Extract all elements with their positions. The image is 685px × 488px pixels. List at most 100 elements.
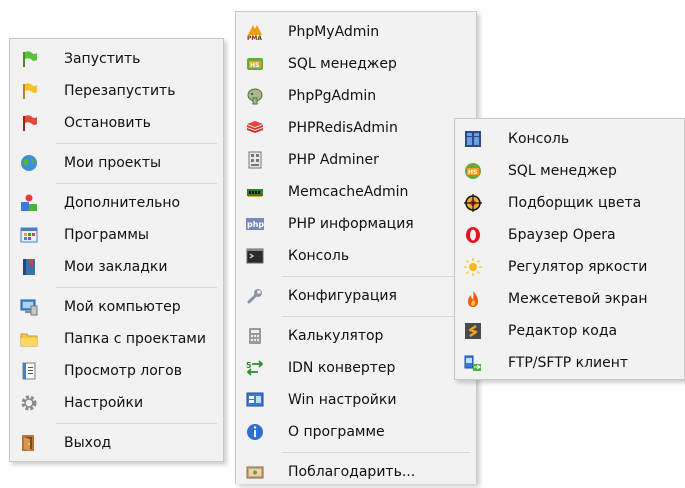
menu-item-label: SQL менеджер <box>508 163 617 179</box>
windows-settings-icon <box>246 391 264 409</box>
main-menu: Запустить Перезапустить Остановить Мои п… <box>9 38 224 462</box>
console-icon <box>246 247 264 265</box>
menu-item-ftp-client[interactable]: FTP/SFTP клиент <box>455 347 684 379</box>
menu-item-additional[interactable]: Дополнительно <box>10 187 223 219</box>
menu-item-label: Настройки <box>64 395 144 411</box>
php-icon: php <box>246 215 264 233</box>
menu-item-label: Консоль <box>288 248 350 264</box>
menu-item-color-picker[interactable]: Подборщик цвета <box>455 187 684 219</box>
sql-manager-icon: HS <box>246 55 264 73</box>
console-columns-icon <box>464 130 482 148</box>
menu-item-projects-folder[interactable]: Папка с проектами <box>10 323 223 355</box>
menu-item-calculator[interactable]: Калькулятор <box>236 320 476 352</box>
menu-item-programs[interactable]: Программы <box>10 219 223 251</box>
menu-item-brightness[interactable]: Регулятор яркости <box>455 251 684 283</box>
exit-door-icon <box>20 434 38 452</box>
menu-item-label: Редактор кода <box>508 323 618 339</box>
menu-item-opera-browser[interactable]: Браузер Opera <box>455 219 684 251</box>
svg-text:HS: HS <box>250 62 259 69</box>
ftp-client-icon <box>464 354 482 372</box>
bookmarks-icon <box>20 258 38 276</box>
postgres-elephant-icon <box>246 87 264 105</box>
memory-chip-icon <box>246 183 264 201</box>
menu-item-label: О программе <box>288 424 385 440</box>
red-flag-icon <box>20 114 38 132</box>
menu-item-code-editor[interactable]: Редактор кода <box>455 315 684 347</box>
menu-separator <box>282 452 470 453</box>
menu-item-view-logs[interactable]: Просмотр логов <box>10 355 223 387</box>
menu-item-restart[interactable]: Перезапустить <box>10 75 223 107</box>
app-grid-icon <box>20 226 38 244</box>
menu-separator <box>56 287 217 288</box>
menu-separator <box>282 276 470 277</box>
menu-item-php-adminer[interactable]: PHP Adminer <box>236 144 476 176</box>
menu-item-sql-manager[interactable]: HS SQL менеджер <box>236 48 476 80</box>
submenu: Консоль HS SQL менеджер Подборщик цвета … <box>454 118 685 380</box>
idn-convert-icon: 5 <box>246 359 264 377</box>
menu-item-my-computer[interactable]: Мой компьютер <box>10 291 223 323</box>
menu-item-phpredisadmin[interactable]: PHPRedisAdmin <box>236 112 476 144</box>
globe-icon <box>20 154 38 172</box>
svg-text:HS: HS <box>468 169 477 176</box>
menu-item-configuration[interactable]: Конфигурация <box>236 280 476 312</box>
menu-item-start[interactable]: Запустить <box>10 43 223 75</box>
menu-separator <box>282 316 470 317</box>
menu-item-settings[interactable]: Настройки <box>10 387 223 419</box>
menu-item-label: Консоль <box>508 131 570 147</box>
menu-separator <box>56 183 217 184</box>
menu-item-label: FTP/SFTP клиент <box>508 355 629 371</box>
menu-item-bookmarks[interactable]: Мои закладки <box>10 251 223 283</box>
menu-item-label: Просмотр логов <box>64 363 182 379</box>
thanks-icon <box>246 463 264 481</box>
menu-item-label: Межсетевой экран <box>508 291 648 307</box>
menu-item-win-settings[interactable]: Win настройки <box>236 384 476 416</box>
menu-item-label: Папка с проектами <box>64 331 206 347</box>
svg-text:php: php <box>247 220 264 229</box>
menu-item-console[interactable]: Консоль <box>455 123 684 155</box>
menu-item-label: PHPRedisAdmin <box>288 120 398 136</box>
menu-item-php-info[interactable]: php PHP информация <box>236 208 476 240</box>
menu-item-label: Регулятор яркости <box>508 259 648 275</box>
color-picker-icon <box>464 194 482 212</box>
menu-item-console[interactable]: Консоль <box>236 240 476 272</box>
menu-item-label: Мои проекты <box>64 155 162 171</box>
menu-item-firewall[interactable]: Межсетевой экран <box>455 283 684 315</box>
sql-manager-icon: HS <box>464 162 482 180</box>
menu-item-label: SQL менеджер <box>288 56 397 72</box>
menu-item-label: Браузер Opera <box>508 227 616 243</box>
menu-separator <box>56 143 217 144</box>
menu-item-exit[interactable]: Выход <box>10 427 223 459</box>
menu-item-label: PHP Adminer <box>288 152 379 168</box>
menu-item-my-projects[interactable]: Мои проекты <box>10 147 223 179</box>
menu-item-label: Мой компьютер <box>64 299 181 315</box>
green-flag-icon <box>20 50 38 68</box>
menu-item-sql-manager[interactable]: HS SQL менеджер <box>455 155 684 187</box>
menu-item-label: Win настройки <box>288 392 397 408</box>
menu-item-idn-converter[interactable]: 5 IDN конвертер <box>236 352 476 384</box>
log-document-icon <box>20 362 38 380</box>
menu-item-label: Конфигурация <box>288 288 397 304</box>
tools-menu: PMA PhpMyAdmin HS SQL менеджер PhpPgAdmi… <box>235 11 477 484</box>
menu-item-label: PHP информация <box>288 216 414 232</box>
menu-item-label: Подборщик цвета <box>508 195 642 211</box>
menu-item-label: Дополнительно <box>64 195 181 211</box>
sun-brightness-icon <box>464 258 482 276</box>
menu-item-label: Мои закладки <box>64 259 168 275</box>
svg-text:5: 5 <box>246 361 252 370</box>
menu-item-label: PhpMyAdmin <box>288 24 380 40</box>
menu-item-stop[interactable]: Остановить <box>10 107 223 139</box>
opera-icon <box>464 226 482 244</box>
phpmyadmin-icon: PMA <box>246 23 264 41</box>
menu-item-phppgadmin[interactable]: PhpPgAdmin <box>236 80 476 112</box>
menu-item-label: Перезапустить <box>64 83 176 99</box>
yellow-flag-icon <box>20 82 38 100</box>
menu-item-label: Запустить <box>64 51 141 67</box>
menu-item-memcacheadmin[interactable]: MemcacheAdmin <box>236 176 476 208</box>
menu-item-thanks[interactable]: Поблагодарить... <box>236 456 476 488</box>
folder-icon <box>20 330 38 348</box>
menu-item-label: Программы <box>64 227 149 243</box>
menu-item-about[interactable]: О программе <box>236 416 476 448</box>
firewall-flame-icon <box>464 290 482 308</box>
menu-item-label: MemcacheAdmin <box>288 184 409 200</box>
menu-item-phpmyadmin[interactable]: PMA PhpMyAdmin <box>236 16 476 48</box>
